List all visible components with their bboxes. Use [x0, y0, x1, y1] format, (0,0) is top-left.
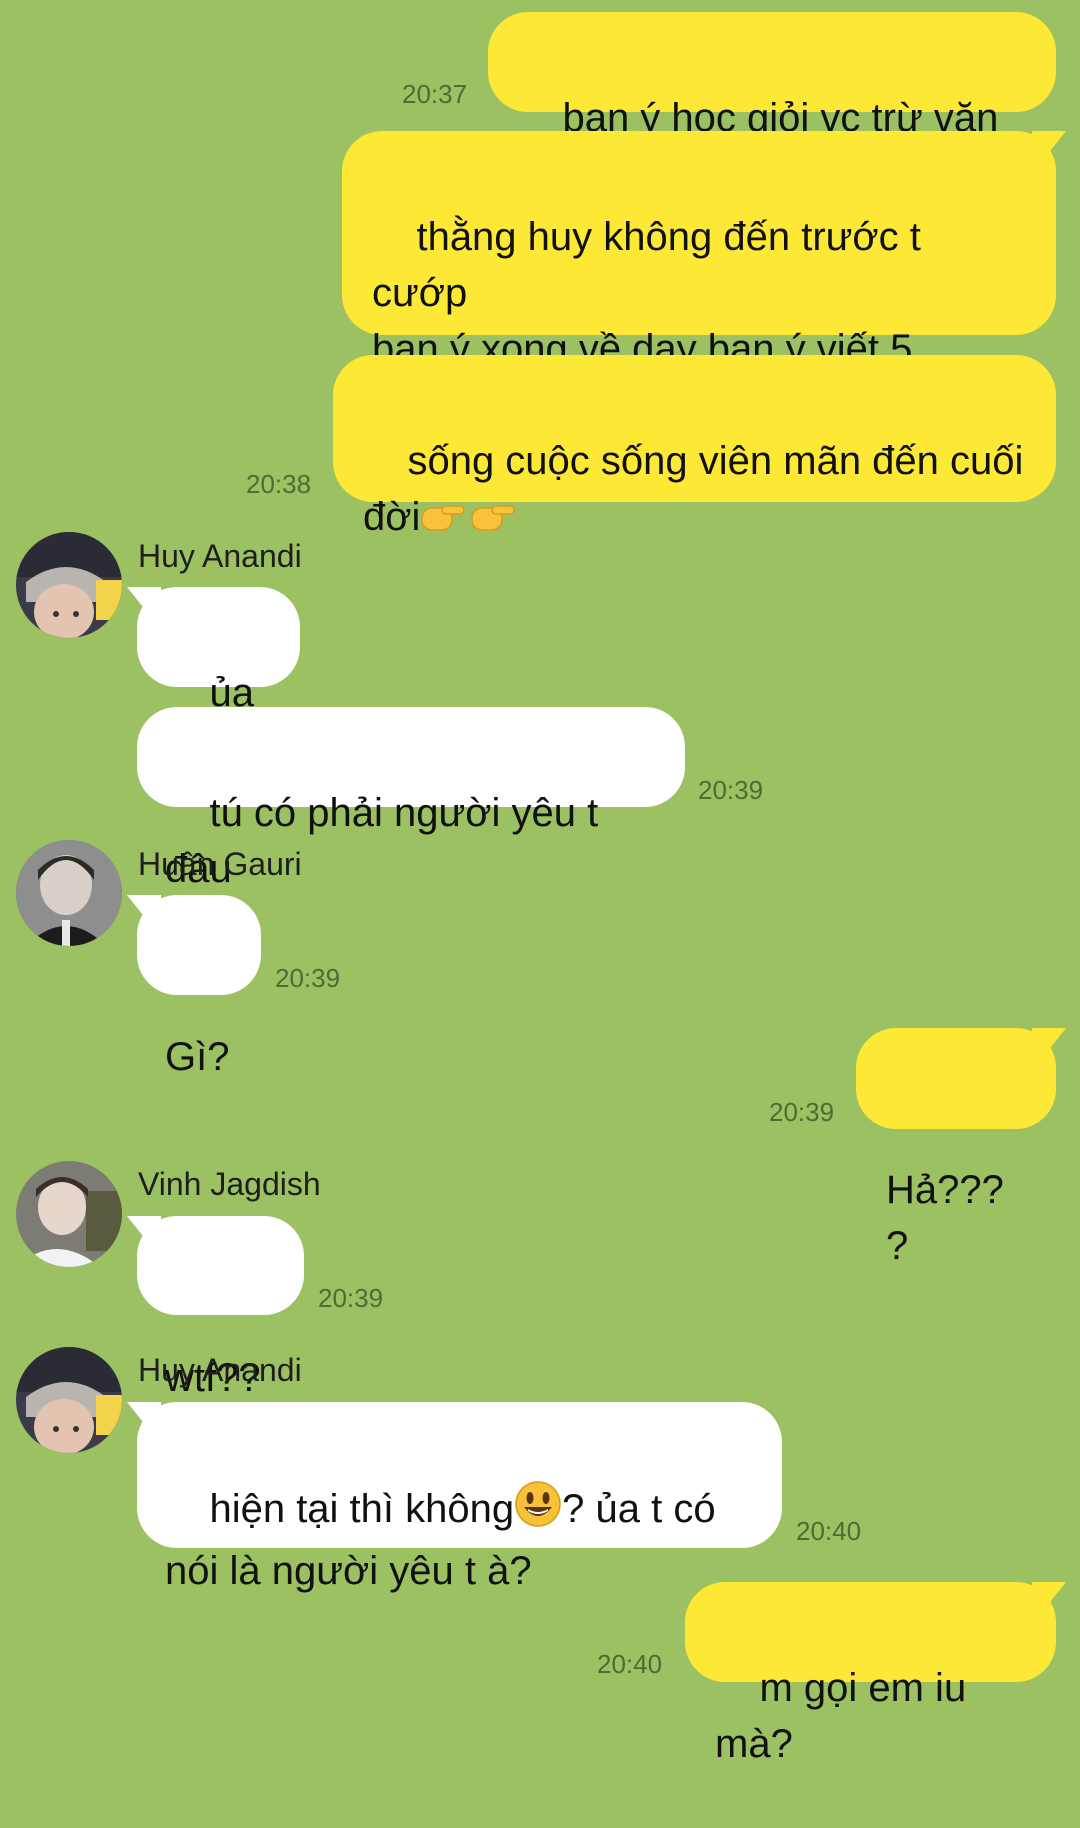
incoming-message-bubble[interactable]: hiện tại thì không? ủa t có nói là người…: [137, 1402, 782, 1593]
outgoing-message-bubble[interactable]: thằng huy không đến trước t cướp bạn ý x…: [342, 131, 1056, 427]
message-timestamp: 20:40: [796, 1516, 862, 1546]
message-text: Gì?: [165, 1035, 230, 1079]
avatar-huy-anandi[interactable]: [16, 532, 122, 638]
message-timestamp: 20:39: [318, 1283, 384, 1313]
incoming-message-bubble[interactable]: Gì?: [137, 895, 261, 1079]
incoming-message-bubble[interactable]: tú có phải người yêu t đâu: [137, 707, 685, 891]
outgoing-message-bubble[interactable]: sống cuộc sống viên mãn đến cuối đời: [333, 355, 1056, 539]
chat-area: bạn ý học giỏi vc trừ văn ra 20:37 thằng…: [0, 0, 1080, 1766]
sender-name: Vinh Jagdish: [138, 1166, 321, 1202]
message-timestamp: 20:39: [769, 1097, 835, 1127]
avatar-vinh-jagdish[interactable]: [16, 1161, 122, 1267]
message-timestamp: 20:40: [597, 1649, 663, 1679]
avatar-huy-anandi[interactable]: [16, 1347, 122, 1453]
message-timestamp: 20:39: [275, 963, 341, 993]
message-timestamp: 20:39: [698, 775, 764, 805]
outgoing-message-bubble[interactable]: m gọi em iu mà?: [685, 1582, 1056, 1766]
grinning-face-emoji-icon: [514, 1480, 562, 1543]
incoming-message-bubble[interactable]: wtf??: [137, 1216, 304, 1400]
avatar-huan-gauri[interactable]: [16, 840, 122, 946]
incoming-message-bubble[interactable]: ủa: [137, 587, 300, 768]
message-text: hiện tại thì không: [209, 1487, 515, 1531]
outgoing-message-bubble[interactable]: Hả????: [856, 1028, 1056, 1268]
message-timestamp: 20:37: [402, 79, 468, 109]
message-timestamp: 20:38: [246, 469, 312, 499]
sender-name: Huy Anandi: [138, 538, 302, 574]
message-text: Hả????: [886, 1168, 1004, 1268]
message-text: m gọi em iu mà?: [715, 1666, 978, 1766]
sender-name: Huy Anandi: [138, 1352, 302, 1388]
pointing-hands-emoji-icon: [420, 490, 516, 551]
outgoing-message-bubble[interactable]: bạn ý học giỏi vc trừ văn ra: [488, 12, 1056, 196]
sender-name: Huân Gauri: [138, 846, 302, 882]
